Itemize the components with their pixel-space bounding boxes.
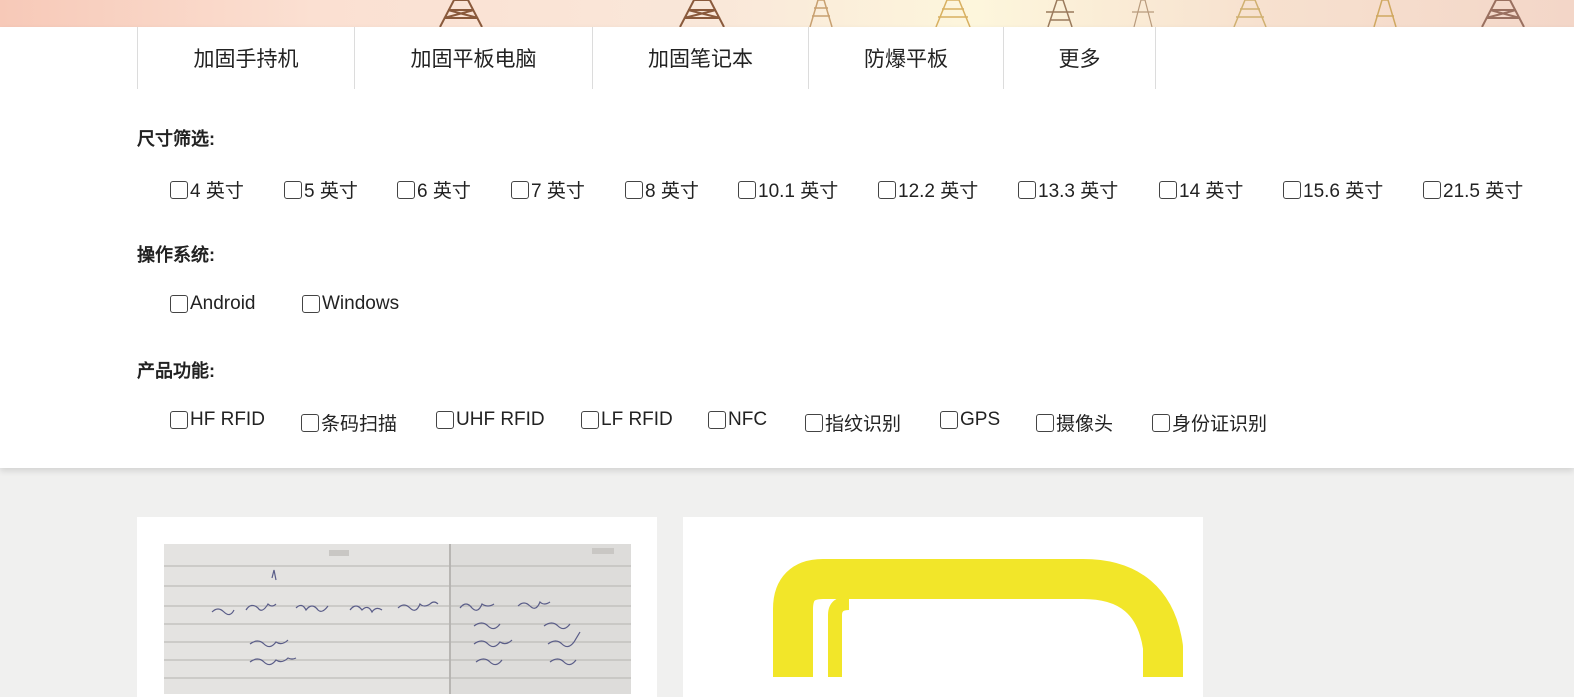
features-filter-title: 产品功能:	[137, 361, 215, 381]
checkbox[interactable]	[581, 411, 599, 429]
power-tower-icon	[1130, 0, 1156, 27]
size-option[interactable]: 6 英寸	[397, 176, 471, 203]
option-label: 10.1 英寸	[758, 181, 839, 202]
size-option[interactable]: 15.6 英寸	[1283, 176, 1383, 203]
option-label: 7 英寸	[531, 181, 585, 202]
os-filter-title: 操作系统:	[137, 245, 215, 265]
feature-option[interactable]: 身份证识别	[1152, 409, 1267, 436]
checkbox[interactable]	[397, 180, 415, 199]
size-option[interactable]: 14 英寸	[1159, 176, 1243, 203]
product-image[interactable]	[164, 544, 631, 694]
checkbox[interactable]	[708, 411, 726, 429]
size-option[interactable]: 8 英寸	[625, 176, 699, 203]
checkbox[interactable]	[738, 180, 756, 199]
checkbox[interactable]	[302, 295, 320, 313]
option-label: 15.6 英寸	[1303, 181, 1384, 202]
checkbox[interactable]	[170, 295, 188, 313]
power-tower-icon	[432, 0, 490, 27]
feature-option[interactable]: UHF RFID	[436, 409, 545, 431]
feature-option[interactable]: 指纹识别	[805, 409, 901, 436]
power-tower-icon	[674, 0, 730, 27]
filter-panel: 加固手持机 加固平板电脑 加固笔记本 防爆平板 更多 尺寸筛选: 4 英寸 5 …	[0, 27, 1574, 468]
power-tower-icon	[1228, 0, 1272, 27]
option-label: 21.5 英寸	[1443, 181, 1524, 202]
power-tower-icon	[806, 0, 836, 27]
brand-logo-graphic	[773, 559, 1183, 677]
checkbox[interactable]	[1283, 180, 1301, 199]
checkbox[interactable]	[284, 180, 302, 199]
option-label: 条码扫描	[321, 414, 398, 435]
checkbox[interactable]	[805, 413, 823, 432]
option-label: GPS	[960, 409, 1001, 430]
checkbox[interactable]	[170, 180, 188, 199]
option-label: 14 英寸	[1179, 181, 1244, 202]
feature-option[interactable]: LF RFID	[581, 409, 673, 431]
checkbox[interactable]	[940, 411, 958, 429]
option-label: LF RFID	[601, 409, 673, 430]
option-label: 指纹识别	[825, 414, 902, 435]
option-label: 13.3 英寸	[1038, 181, 1119, 202]
checkbox[interactable]	[436, 411, 454, 429]
category-tabs: 加固手持机 加固平板电脑 加固笔记本 防爆平板 更多	[137, 27, 1156, 89]
size-filter-title: 尺寸筛选:	[137, 129, 215, 149]
size-option[interactable]: 5 英寸	[284, 176, 358, 203]
tab-more[interactable]: 更多	[1004, 27, 1156, 89]
product-image[interactable]	[683, 517, 1203, 682]
tab-explosion-proof-tablet[interactable]: 防爆平板	[809, 27, 1004, 89]
checkbox[interactable]	[878, 180, 896, 199]
checkbox[interactable]	[1159, 180, 1177, 199]
tab-rugged-laptop[interactable]: 加固笔记本	[593, 27, 809, 89]
option-label: 5 英寸	[304, 181, 358, 202]
option-label: 4 英寸	[190, 181, 244, 202]
checkbox[interactable]	[511, 180, 529, 199]
os-option-windows[interactable]: Windows	[302, 293, 399, 315]
checkbox[interactable]	[1018, 180, 1036, 199]
option-label: 8 英寸	[645, 181, 699, 202]
feature-option[interactable]: NFC	[708, 409, 767, 431]
checkbox[interactable]	[1423, 180, 1441, 199]
feature-option[interactable]: GPS	[940, 409, 1000, 431]
notebook-photo	[164, 544, 631, 694]
option-label: 摄像头	[1056, 414, 1114, 435]
tab-rugged-handheld[interactable]: 加固手持机	[138, 27, 355, 89]
option-label: 身份证识别	[1172, 414, 1268, 435]
option-label: NFC	[728, 409, 768, 430]
checkbox[interactable]	[170, 411, 188, 429]
option-label: 12.2 英寸	[898, 181, 979, 202]
checkbox[interactable]	[301, 413, 319, 432]
power-tower-icon	[1474, 0, 1532, 27]
option-label: Windows	[322, 293, 400, 314]
size-option[interactable]: 13.3 英寸	[1018, 176, 1118, 203]
product-card[interactable]	[137, 517, 657, 697]
power-tower-icon	[1044, 0, 1076, 27]
checkbox[interactable]	[625, 180, 643, 199]
size-option[interactable]: 21.5 英寸	[1423, 176, 1523, 203]
size-option[interactable]: 4 英寸	[170, 176, 244, 203]
power-tower-icon	[1370, 0, 1400, 27]
feature-option[interactable]: 条码扫描	[301, 409, 397, 436]
header-banner	[0, 0, 1574, 27]
checkbox[interactable]	[1152, 413, 1170, 432]
power-tower-icon	[930, 0, 976, 27]
feature-option[interactable]: HF RFID	[170, 409, 265, 431]
tab-rugged-tablet[interactable]: 加固平板电脑	[355, 27, 593, 89]
size-option[interactable]: 7 英寸	[511, 176, 585, 203]
feature-option[interactable]: 摄像头	[1036, 409, 1113, 436]
checkbox[interactable]	[1036, 413, 1054, 432]
option-label: UHF RFID	[456, 409, 545, 430]
option-label: Android	[190, 293, 256, 314]
option-label: 6 英寸	[417, 181, 471, 202]
option-label: HF RFID	[190, 409, 265, 430]
size-option[interactable]: 10.1 英寸	[738, 176, 838, 203]
os-option-android[interactable]: Android	[170, 293, 256, 315]
size-option[interactable]: 12.2 英寸	[878, 176, 978, 203]
product-card[interactable]	[683, 517, 1203, 697]
